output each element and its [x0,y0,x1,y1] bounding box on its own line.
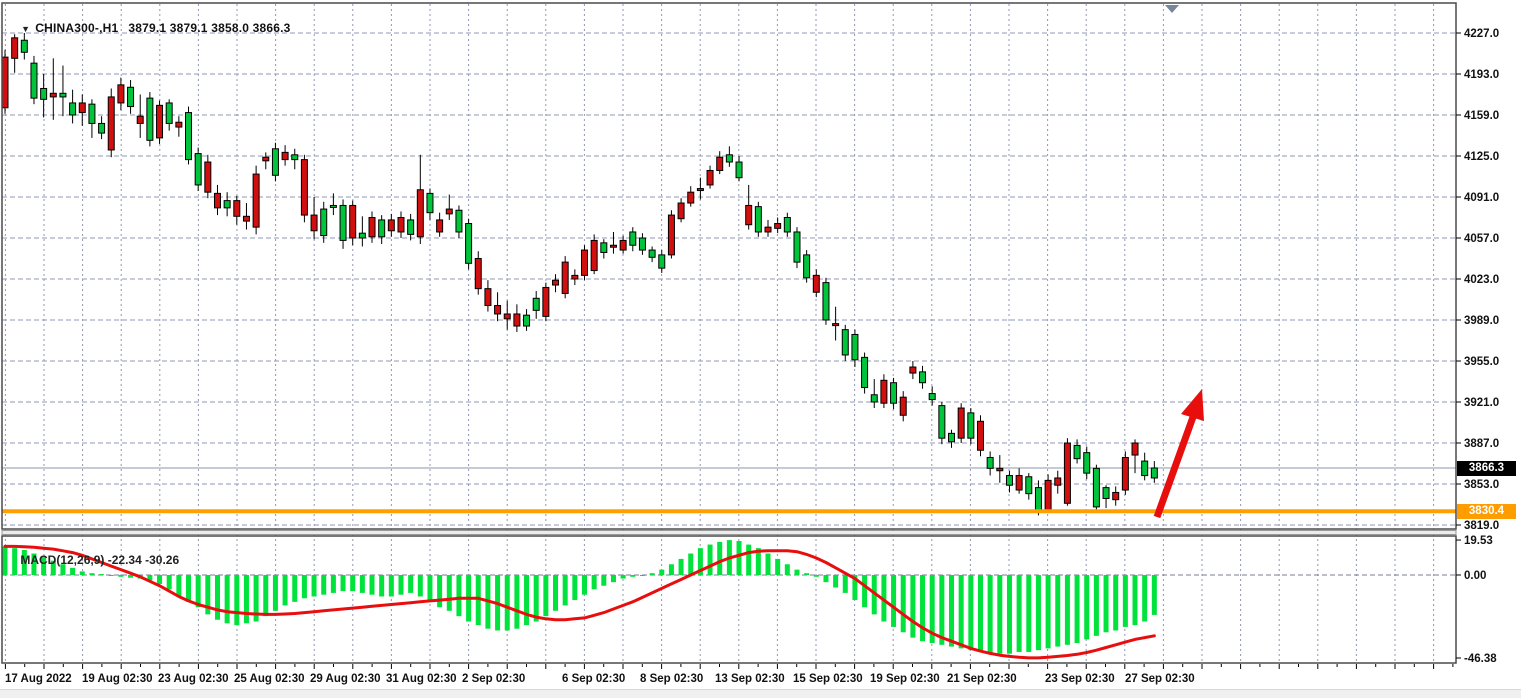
date-label: 17 Aug 2022 [5,673,72,685]
date-label: 19 Sep 02:30 [870,673,940,685]
price-axis: 4227.0 4193.0 4159.0 4125.0 4091.0 4057.0 4023… [1456,28,1499,665]
chart-window: 4227.0 4193.0 4159.0 4125.0 4091.0 4057.0 4023… [0,0,1521,698]
window-bottom-strip [0,689,1521,698]
scroll-marker-icon [1165,5,1179,13]
price-tick-label: 3853.0 [1464,479,1499,491]
date-label: 13 Sep 02:30 [715,673,785,685]
support-price-badge: 3830.4 [1457,504,1516,519]
macd-signal-value: -30.26 [145,553,179,567]
macd-main-value: -22.34 [108,553,142,567]
date-label: 23 Sep 02:30 [1045,673,1115,685]
macd-tick-label: -46.38 [1464,653,1497,665]
price-tick-label: 3989.0 [1464,315,1499,327]
up-arrow-annotation[interactable] [1157,389,1204,517]
date-label: 27 Sep 02:30 [1125,673,1195,685]
date-label: 2 Sep 02:30 [462,673,525,685]
date-label: 31 Aug 02:30 [386,673,457,685]
date-label: 15 Sep 02:30 [793,673,863,685]
price-tick-label: 4159.0 [1464,110,1499,122]
price-tick-label: 4227.0 [1464,28,1499,40]
macd-indicator-label: MACD(12,26,9) -22.34 -30.26 [7,539,179,581]
macd-tick-label: 19.53 [1464,535,1493,547]
price-tick-label: 4193.0 [1464,69,1499,81]
price-tick-label: 3819.0 [1464,520,1499,532]
date-label: 23 Aug 02:30 [158,673,229,685]
current-price-badge: 3866.3 [1457,461,1516,476]
time-axis: 17 Aug 2022 19 Aug 02:30 23 Aug 02:30 25 Au… [5,664,1453,685]
date-label: 8 Sep 02:30 [640,673,703,685]
price-tick-label: 4023.0 [1464,274,1499,286]
chart-canvas[interactable]: 4227.0 4193.0 4159.0 4125.0 4091.0 4057.0 4023… [0,0,1521,698]
date-label: 19 Aug 02:30 [82,673,153,685]
price-tick-label: 4125.0 [1464,151,1499,163]
price-tick-label: 3955.0 [1464,356,1499,368]
price-tick-label: 3921.0 [1464,397,1499,409]
price-tick-label: 4091.0 [1464,192,1499,204]
chart-header: ▼ CHINA300-,H1 3879.1 3879.1 3858.0 3866.3 [7,7,291,49]
macd-tick-label: 0.00 [1464,570,1486,582]
ohlc-quote: 3879.1 3879.1 3858.0 3866.3 [128,21,290,35]
symbol-title: CHINA300-,H1 [35,21,118,35]
symbol-dropdown-icon[interactable]: ▼ [21,24,30,34]
date-label: 29 Aug 02:30 [310,673,381,685]
price-tick-label: 4057.0 [1464,233,1499,245]
date-label: 21 Sep 02:30 [947,673,1017,685]
date-label: 25 Aug 02:30 [234,673,305,685]
date-label: 6 Sep 02:30 [562,673,625,685]
price-tick-label: 3887.0 [1464,438,1499,450]
macd-name: MACD(12,26,9) [20,553,104,567]
